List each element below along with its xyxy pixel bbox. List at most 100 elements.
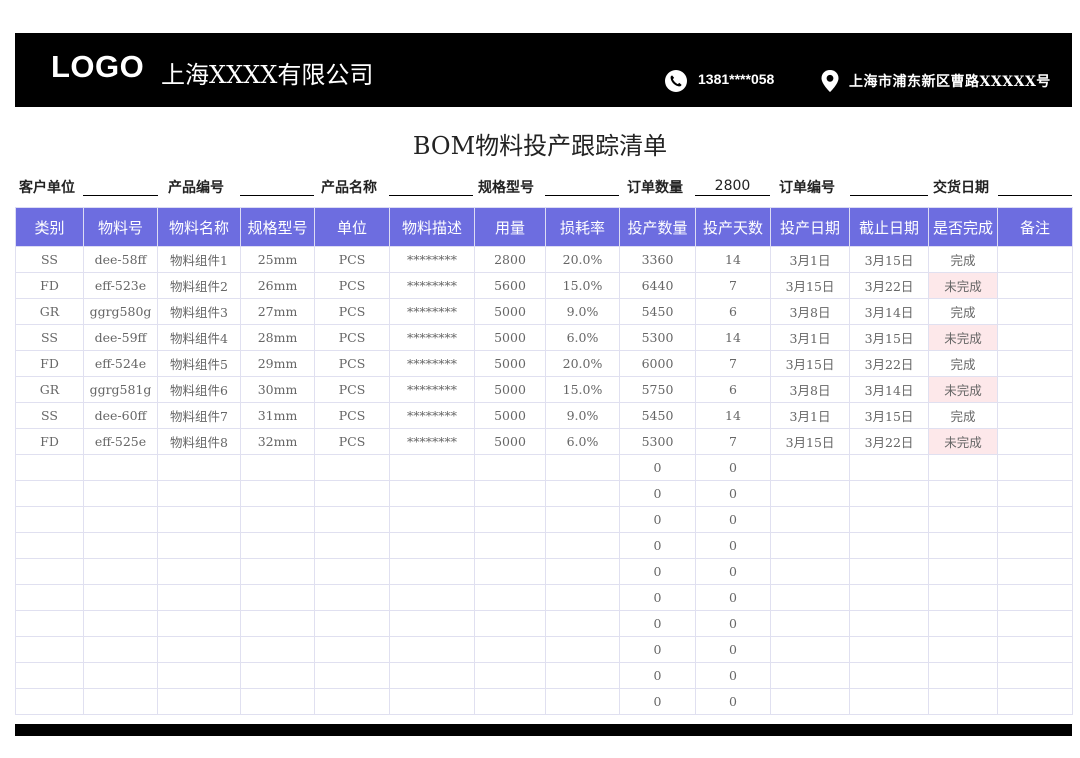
cell-usage: 5000: [474, 350, 546, 377]
cell-end-date: 3月15日: [849, 324, 929, 351]
cell-remark: [997, 688, 1073, 715]
cell-unit: [314, 688, 390, 715]
cell-loss-rate: [545, 506, 620, 533]
cell-start-date: 3月15日: [770, 428, 850, 455]
cell-production-qty: 5300: [619, 428, 696, 455]
cell-production-qty: 0: [619, 454, 696, 481]
table-row: 00: [15, 688, 1073, 715]
cell-usage: [474, 558, 546, 585]
order-info-row: 客户单位 产品编号 产品名称 规格型号 订单数量 2800 订单编号 交货日期: [0, 177, 1080, 197]
table-row: 00: [15, 532, 1073, 559]
cell-remark: [997, 298, 1073, 325]
cell-category: [15, 662, 84, 689]
cell-material-name: [157, 506, 241, 533]
cell-production-days: 6: [695, 376, 771, 403]
cell-end-date: 3月22日: [849, 350, 929, 377]
cell-unit: [314, 506, 390, 533]
cell-description: [389, 610, 475, 637]
cell-start-date: [770, 584, 850, 611]
cell-production-qty: 0: [619, 662, 696, 689]
cell-category: [15, 688, 84, 715]
cell-usage: [474, 532, 546, 559]
column-header-completed: 是否完成: [928, 207, 998, 247]
cell-spec: 27mm: [240, 298, 315, 325]
column-header-remark: 备注: [997, 207, 1073, 247]
cell-production-days: 14: [695, 246, 771, 273]
cell-production-qty: 6000: [619, 350, 696, 377]
cell-unit: PCS: [314, 350, 390, 377]
spec-field[interactable]: [545, 195, 619, 196]
cell-loss-rate: [545, 662, 620, 689]
cell-start-date: [770, 454, 850, 481]
table-header-row: 类别 物料号 物料名称 规格型号 单位 物料描述 用量 损耗率 投产数量 投产天数 投产日期 截止日期…: [15, 207, 1073, 247]
cell-start-date: [770, 662, 850, 689]
cell-spec: [240, 636, 315, 663]
cell-completed: [928, 584, 998, 611]
cell-start-date: [770, 480, 850, 507]
cell-material-name: [157, 480, 241, 507]
table-row: FD eff-525e 物料组件8 32mm PCS ******** 5000 6.0% 53…: [15, 428, 1073, 455]
order-qty-field[interactable]: [695, 195, 770, 196]
cell-completed: 完成: [928, 298, 998, 325]
column-header-production-qty: 投产数量: [619, 207, 696, 247]
cell-completed: [928, 636, 998, 663]
cell-loss-rate: [545, 532, 620, 559]
cell-start-date: [770, 558, 850, 585]
customer-field[interactable]: [83, 195, 158, 196]
table-row: 00: [15, 454, 1073, 481]
cell-material-no: ggrg580g: [83, 298, 158, 325]
cell-material-name: [157, 688, 241, 715]
cell-description: ********: [389, 272, 475, 299]
cell-material-no: [83, 688, 158, 715]
product-name-field[interactable]: [389, 195, 473, 196]
cell-description: [389, 636, 475, 663]
delivery-date-label: 交货日期: [933, 180, 989, 196]
cell-production-qty: 0: [619, 688, 696, 715]
location-pin-icon: [819, 69, 841, 93]
cell-end-date: 3月15日: [849, 402, 929, 429]
cell-spec: [240, 688, 315, 715]
cell-spec: 25mm: [240, 246, 315, 273]
cell-unit: PCS: [314, 376, 390, 403]
order-qty-label: 订单数量: [627, 180, 683, 196]
cell-production-days: 0: [695, 610, 771, 637]
cell-completed: 完成: [928, 402, 998, 429]
cell-description: [389, 532, 475, 559]
cell-production-days: 6: [695, 298, 771, 325]
cell-material-no: [83, 584, 158, 611]
cell-spec: 32mm: [240, 428, 315, 455]
table-row: SS dee-60ff 物料组件7 31mm PCS ******** 5000 9.0% 54…: [15, 402, 1073, 429]
cell-loss-rate: [545, 688, 620, 715]
cell-category: [15, 610, 84, 637]
cell-category: FD: [15, 350, 84, 377]
cell-unit: [314, 636, 390, 663]
cell-material-name: 物料组件7: [157, 402, 241, 429]
cell-end-date: 3月22日: [849, 428, 929, 455]
cell-material-no: [83, 454, 158, 481]
cell-production-qty: 0: [619, 636, 696, 663]
cell-production-qty: 3360: [619, 246, 696, 273]
cell-unit: [314, 610, 390, 637]
cell-spec: [240, 610, 315, 637]
cell-unit: PCS: [314, 246, 390, 273]
order-qty-value: 2800: [714, 178, 751, 194]
header-bar: LOGO 上海XXXX有限公司 1381****058 上海市浦东新区曹路XXX…: [15, 33, 1072, 107]
product-no-field[interactable]: [240, 195, 314, 196]
cell-end-date: 3月22日: [849, 272, 929, 299]
cell-completed: [928, 688, 998, 715]
cell-material-name: [157, 662, 241, 689]
delivery-date-field[interactable]: [998, 195, 1072, 196]
cell-category: [15, 558, 84, 585]
cell-remark: [997, 324, 1073, 351]
cell-loss-rate: [545, 480, 620, 507]
cell-loss-rate: [545, 610, 620, 637]
cell-material-no: ggrg581g: [83, 376, 158, 403]
cell-start-date: [770, 688, 850, 715]
cell-end-date: [849, 480, 929, 507]
table-row: 00: [15, 506, 1073, 533]
order-no-field[interactable]: [850, 195, 928, 196]
cell-category: GR: [15, 376, 84, 403]
table-body: SS dee-58ff 物料组件1 25mm PCS ******** 2800 20.0% 3…: [15, 246, 1073, 715]
cell-material-name: [157, 532, 241, 559]
cell-spec: [240, 532, 315, 559]
